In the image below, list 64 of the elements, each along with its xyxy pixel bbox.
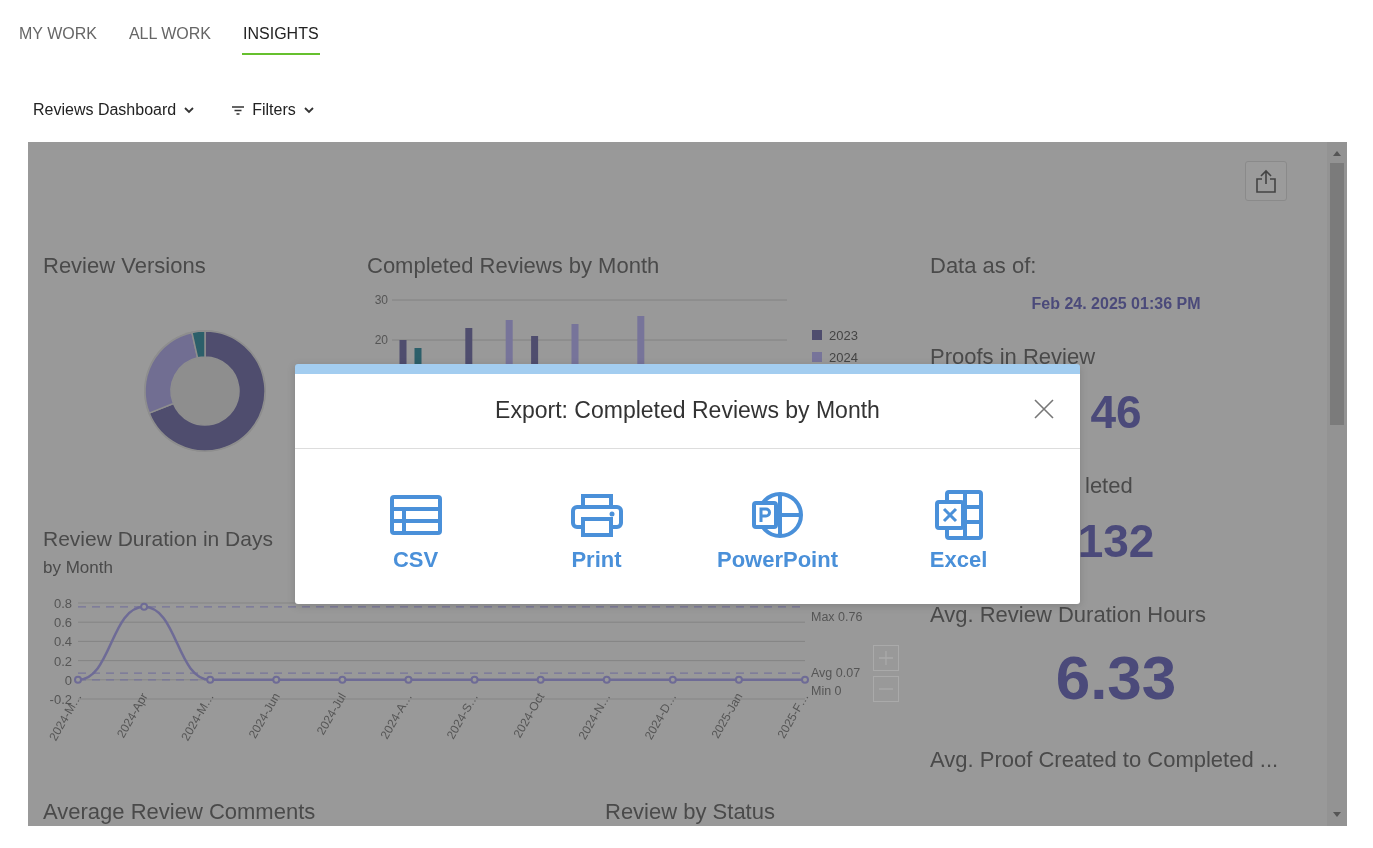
legend-label: 2024 <box>829 350 858 365</box>
data-point <box>734 675 743 684</box>
export-option[interactable]: Print <box>506 489 687 573</box>
axis-label: 0 <box>64 672 72 688</box>
data-point <box>404 675 413 684</box>
close-button[interactable] <box>1033 398 1055 420</box>
stat-label: Proofs in Review <box>930 344 1096 370</box>
data-point <box>470 675 479 684</box>
data-point <box>206 675 215 684</box>
chart-title: Review by Status <box>605 799 775 825</box>
axis-label: 0.6 <box>53 615 72 631</box>
data-point <box>74 675 82 684</box>
share-icon <box>1256 169 1276 193</box>
export-option[interactable]: Excel <box>868 489 1049 573</box>
stat-value: 46 <box>1090 385 1142 440</box>
dashboard-dropdown[interactable]: Reviews Dashboard <box>33 99 195 121</box>
axis-label: 20 <box>374 333 388 347</box>
scrollbar[interactable] <box>1327 142 1347 826</box>
axis-label: 30 <box>374 293 388 307</box>
legend-label: 2023 <box>829 328 858 343</box>
reference-label: Avg 0.07 <box>811 666 861 681</box>
data-as-of-label: Data as of: <box>930 253 1037 279</box>
scroll-up-icon[interactable] <box>1333 151 1341 156</box>
legend-swatch <box>812 352 822 362</box>
chart-subtitle: by Month <box>43 558 113 578</box>
filters-button[interactable]: Filters <box>232 99 314 121</box>
data-point <box>602 675 611 684</box>
spreadsheet-icon <box>934 490 983 540</box>
stat-value: 6.33 <box>1055 642 1177 714</box>
data-point <box>668 675 677 684</box>
stat-value: 132 <box>1077 514 1155 569</box>
filter-icon <box>232 105 245 115</box>
axis-label: 0.4 <box>53 634 72 650</box>
chevron-down-icon <box>184 106 195 114</box>
tab[interactable]: ALL WORK <box>127 0 213 55</box>
printer-icon <box>570 493 623 537</box>
chart-title: Review Versions <box>43 253 207 279</box>
reference-label: Min 0 <box>811 683 842 698</box>
chart-title: Completed Reviews by Month <box>367 253 661 279</box>
legend-swatch <box>812 330 822 340</box>
axis-label: 0.8 <box>53 596 72 611</box>
chart-title: Average Review Comments <box>43 799 317 825</box>
reference-label: Max 0.76 <box>811 609 863 624</box>
data-point <box>801 675 809 684</box>
axis-label: 0.2 <box>53 653 72 669</box>
export-option[interactable]: PowerPoint <box>687 489 868 573</box>
data-point <box>272 675 281 684</box>
stat-label: Avg. Review Duration Hours <box>930 602 1206 628</box>
stat-label: Avg. Proof Created to Completed ... <box>930 747 1279 773</box>
data-timestamp: Feb 24. 2025 01:36 PM <box>1031 294 1201 314</box>
data-point <box>338 675 347 684</box>
tab[interactable]: INSIGHTS <box>242 0 320 55</box>
export-option[interactable]: CSV <box>325 489 506 573</box>
presentation-icon <box>751 491 804 539</box>
stat-label: leted <box>1085 473 1133 499</box>
table-icon <box>389 495 442 535</box>
chart-title: Review Duration in Days <box>43 526 273 552</box>
data-point <box>140 602 149 611</box>
dialog-title: Export: Completed Reviews by Month <box>495 396 880 424</box>
data-point <box>536 675 545 684</box>
chevron-down-icon <box>303 106 314 114</box>
tab[interactable]: MY WORK <box>18 0 98 55</box>
scroll-down-icon[interactable] <box>1333 812 1341 817</box>
export-button[interactable] <box>1245 161 1287 201</box>
